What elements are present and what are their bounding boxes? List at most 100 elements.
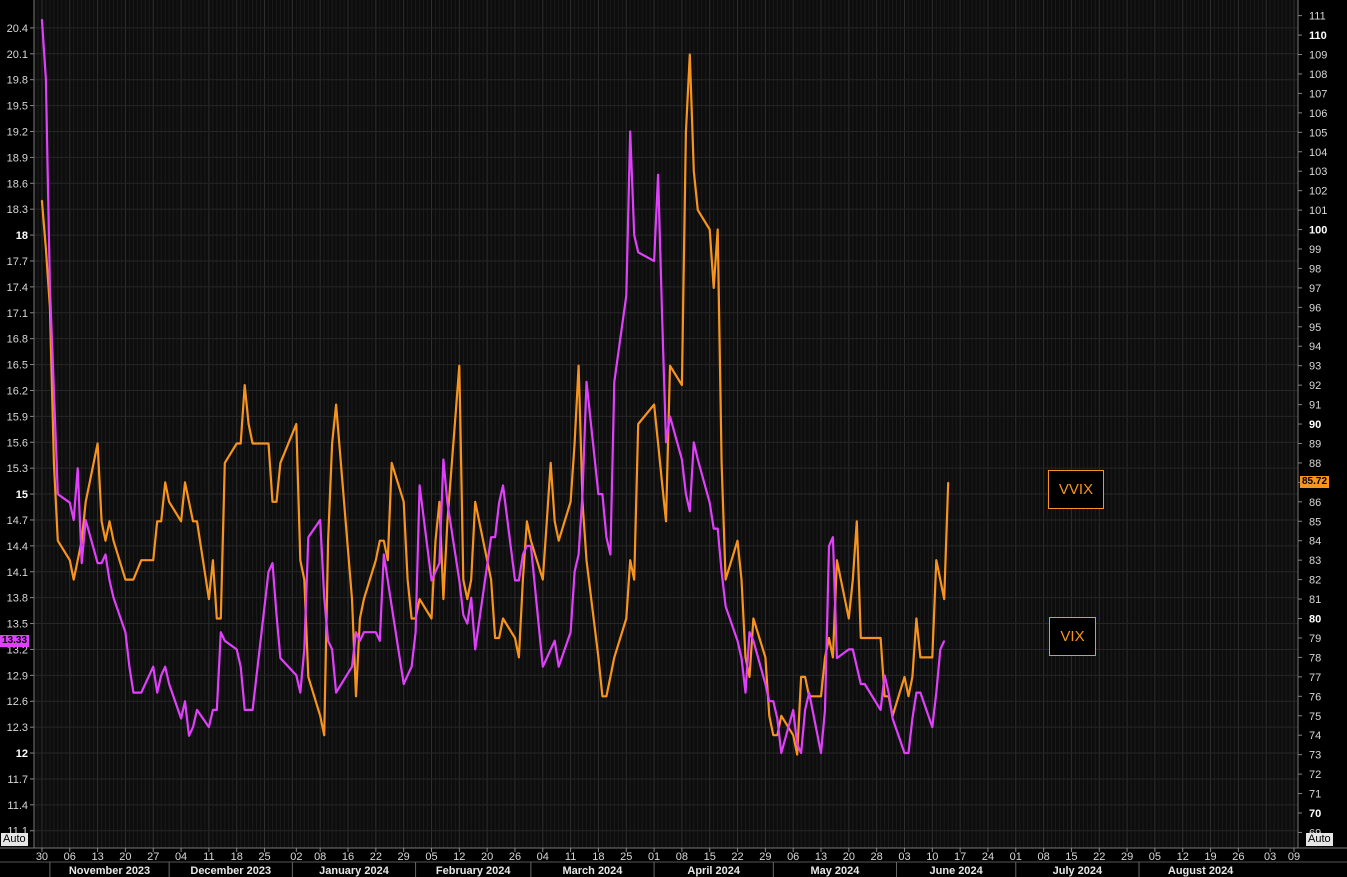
data-point-vvix (907, 695, 910, 697)
data-point-vvix (267, 442, 270, 445)
data-point-vvix (768, 715, 770, 717)
data-point-vvix (323, 734, 325, 736)
data-point-vix (935, 692, 937, 694)
data-point-vix (880, 709, 882, 711)
x-day-label: 29 (759, 851, 771, 863)
right-tick-label: 85 (1309, 516, 1321, 528)
left-tick-label: 19.5 (7, 101, 28, 113)
data-point-vix (415, 631, 417, 633)
data-point-vix (97, 562, 99, 564)
data-point-vix (355, 631, 357, 633)
data-point-vix (581, 493, 584, 495)
data-point-vvix (140, 559, 142, 561)
data-point-vix (808, 692, 810, 694)
right-tick-label: 72 (1309, 769, 1321, 781)
left-tick-label: 18 (16, 230, 28, 242)
data-point-vix (609, 553, 612, 556)
data-point-vix (267, 571, 270, 573)
x-day-label: 30 (36, 851, 48, 863)
left-tick-label: 16.2 (7, 385, 28, 397)
data-point-vix (669, 415, 671, 417)
data-point-vvix (748, 676, 751, 678)
data-point-vvix (860, 637, 862, 639)
left-tick-label: 19.8 (7, 75, 28, 87)
data-point-vvix (693, 170, 695, 172)
data-point-vvix (411, 617, 413, 620)
x-day-label: 06 (787, 851, 799, 863)
data-point-vvix (609, 676, 612, 678)
data-point-vvix (188, 501, 190, 503)
data-point-vix (585, 381, 588, 383)
data-point-vix (907, 752, 910, 754)
x-month-label: April 2024 (687, 865, 740, 877)
data-point-vvix (359, 617, 361, 620)
data-point-vvix (832, 656, 834, 659)
data-point-vvix (880, 637, 882, 639)
data-point-vix (744, 692, 747, 694)
data-point-vvix (494, 637, 496, 639)
x-day-label: 25 (620, 851, 632, 863)
data-point-vix (299, 692, 301, 694)
data-point-vix (629, 130, 631, 133)
x-day-label: 22 (1093, 851, 1105, 863)
data-point-vix (685, 493, 687, 495)
data-point-vvix (653, 404, 655, 406)
data-point-vix (597, 493, 600, 495)
data-point-vvix (713, 287, 715, 289)
left-tick-label: 13.5 (7, 619, 28, 631)
data-point-vvix (224, 462, 226, 464)
data-point-vix (236, 648, 238, 651)
data-point-vix (717, 528, 719, 530)
data-point-vvix (407, 579, 409, 581)
x-day-label: 06 (64, 851, 76, 863)
data-point-vix (387, 579, 389, 582)
data-point-vix (915, 692, 918, 694)
right-tick-label: 100 (1309, 225, 1327, 237)
data-point-vvix (236, 442, 238, 445)
x-day-label: 29 (1121, 851, 1133, 863)
data-point-vix (212, 709, 214, 711)
x-month-label: June 2024 (930, 865, 984, 877)
data-point-vix (605, 536, 608, 538)
data-point-vvix (498, 637, 500, 639)
right-tick-label: 76 (1309, 691, 1321, 703)
x-day-label: 22 (731, 851, 743, 863)
data-point-vvix (331, 442, 333, 445)
data-point-vix (713, 528, 715, 530)
auto-scale-left-button[interactable]: Auto (1, 833, 28, 846)
data-point-vix (164, 666, 166, 668)
data-point-vvix (164, 481, 166, 483)
data-point-vix (725, 605, 727, 607)
x-day-label: 11 (203, 851, 214, 863)
data-point-vix (359, 640, 361, 642)
data-point-vvix (438, 501, 440, 503)
data-point-vvix (864, 637, 866, 639)
auto-scale-right-button[interactable]: Auto (1306, 833, 1333, 846)
data-point-vix (502, 484, 504, 486)
right-tick-label: 97 (1309, 283, 1321, 295)
right-tick-label: 71 (1309, 789, 1321, 801)
x-day-label: 24 (982, 851, 994, 863)
data-point-vvix (124, 579, 126, 581)
data-point-vix (470, 597, 472, 599)
chart: 20.4 20.1 19.8 19.5 19.2 18.9 18.6 18.3 18 17.7 17… (0, 0, 1347, 877)
left-tick-label: 20.4 (7, 23, 28, 35)
data-point-vvix (514, 637, 516, 639)
data-point-vvix (725, 579, 727, 581)
data-point-vvix (752, 617, 755, 620)
right-tick-label: 82 (1309, 575, 1321, 587)
x-day-label: 16 (342, 851, 354, 863)
data-point-vvix (518, 656, 520, 659)
data-point-vvix (212, 559, 214, 561)
right-tick-label: 86 (1309, 497, 1321, 509)
data-point-vix (832, 536, 834, 538)
right-tick-label: 99 (1309, 244, 1321, 256)
data-point-vvix (597, 656, 600, 659)
data-point-vvix (943, 598, 945, 600)
x-day-label: 03 (1264, 851, 1276, 863)
data-point-vvix (387, 559, 389, 561)
data-point-vix (41, 18, 43, 20)
left-y-axis: 20.4 20.1 19.8 19.5 19.2 18.9 18.6 18.3 18 17.7 17… (7, 0, 35, 848)
data-point-vvix (244, 384, 246, 386)
data-point-vix (665, 441, 667, 443)
